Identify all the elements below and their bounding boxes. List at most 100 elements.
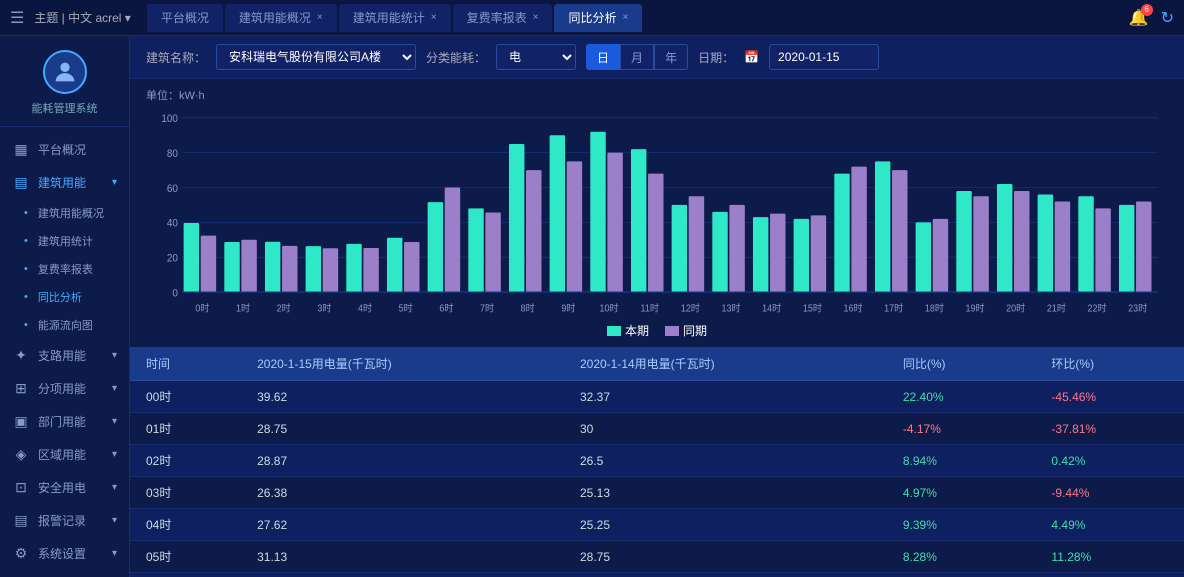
sidebar-item-5[interactable]: ◈ 区域用能▾ bbox=[0, 438, 129, 471]
sidebar-item-2[interactable]: ✦ 支路用能▾ bbox=[0, 339, 129, 372]
nav-label-6: 安全用电 bbox=[38, 479, 86, 496]
col-header: 2020-1-15用电量(千瓦时) bbox=[241, 347, 564, 381]
legend-prev-color bbox=[665, 326, 679, 336]
chart-area: 单位：kW·h 1008060402000时1时2时3时4时5时6时7时8时9时… bbox=[130, 79, 1184, 347]
nav-icon-8: ⚙ bbox=[12, 545, 30, 562]
svg-text:10时: 10时 bbox=[600, 302, 619, 313]
table-row: 04时27.6225.259.39%4.49% bbox=[130, 509, 1184, 541]
bell-icon[interactable]: 🔔6 bbox=[1129, 8, 1149, 28]
svg-text:16时: 16时 bbox=[844, 302, 863, 313]
system-title: 能耗管理系统 bbox=[32, 100, 98, 116]
sidebar-item-3[interactable]: ⊞ 分项用能▾ bbox=[0, 372, 129, 405]
nav-arrow-8: ▾ bbox=[112, 548, 117, 559]
sidebar-sub-1-2[interactable]: 复费率报表 bbox=[0, 255, 129, 283]
cell-6-1: 51.63 bbox=[241, 573, 564, 577]
table-row: 03时26.3825.134.97%-9.44% bbox=[130, 477, 1184, 509]
col-header: 时间 bbox=[130, 347, 241, 381]
sidebar-sub-1-0[interactable]: 建筑用能概况 bbox=[0, 199, 129, 227]
sidebar-item-8[interactable]: ⚙ 系统设置▾ bbox=[0, 537, 129, 570]
period-month-btn[interactable]: 月 bbox=[620, 44, 654, 70]
tab-1[interactable]: 建筑用能概况× bbox=[225, 4, 337, 32]
cell-0-4: -45.46% bbox=[1035, 381, 1184, 413]
svg-text:17时: 17时 bbox=[884, 302, 903, 313]
sidebar-sub-1-1[interactable]: 建筑用统计 bbox=[0, 227, 129, 255]
refresh-icon[interactable]: ↻ bbox=[1161, 8, 1174, 28]
tab-2[interactable]: 建筑用能统计× bbox=[339, 4, 451, 32]
cell-2-4: 0.42% bbox=[1035, 445, 1184, 477]
cell-5-0: 05时 bbox=[130, 541, 241, 573]
svg-text:8时: 8时 bbox=[521, 302, 535, 313]
date-label: 日期： bbox=[698, 49, 734, 66]
cell-4-4: 4.49% bbox=[1035, 509, 1184, 541]
svg-text:4时: 4时 bbox=[358, 302, 372, 313]
cell-2-0: 02时 bbox=[130, 445, 241, 477]
legend-current-label: 本期 bbox=[625, 322, 649, 339]
tab-0[interactable]: 平台概况 bbox=[147, 4, 223, 32]
date-input[interactable] bbox=[769, 44, 879, 70]
table-header: 时间2020-1-15用电量(千瓦时)2020-1-14用电量(千瓦时)同比(%… bbox=[130, 347, 1184, 381]
sidebar-item-4[interactable]: ▣ 部门用能▾ bbox=[0, 405, 129, 438]
period-day-btn[interactable]: 日 bbox=[586, 44, 620, 70]
svg-text:11时: 11时 bbox=[641, 302, 659, 313]
sidebar-item-1[interactable]: ▤ 建筑用能▾ bbox=[0, 166, 129, 199]
main-layout: 能耗管理系统 ▦ 平台概况▤ 建筑用能▾建筑用能概况建筑用统计复费率报表同比分析… bbox=[0, 36, 1184, 577]
col-header: 环比(%) bbox=[1035, 347, 1184, 381]
cell-0-3: 22.40% bbox=[887, 381, 1036, 413]
data-table: 时间2020-1-15用电量(千瓦时)2020-1-14用电量(千瓦时)同比(%… bbox=[130, 347, 1184, 577]
tab-close-4[interactable]: × bbox=[622, 12, 628, 23]
cell-5-3: 8.28% bbox=[887, 541, 1036, 573]
menu-icon[interactable]: ☰ bbox=[10, 8, 24, 28]
sidebar: 能耗管理系统 ▦ 平台概况▤ 建筑用能▾建筑用能概况建筑用统计复费率报表同比分析… bbox=[0, 36, 130, 577]
nav-arrow-7: ▾ bbox=[112, 515, 117, 526]
table-row: 05时31.1328.758.28%11.28% bbox=[130, 541, 1184, 573]
tab-close-1[interactable]: × bbox=[317, 12, 323, 23]
cell-5-2: 28.75 bbox=[564, 541, 887, 573]
cell-3-1: 26.38 bbox=[241, 477, 564, 509]
tab-4[interactable]: 同比分析× bbox=[554, 4, 642, 32]
nav-label-0: 平台概况 bbox=[38, 141, 86, 158]
svg-text:15时: 15时 bbox=[803, 302, 822, 313]
sidebar-sub-1-4[interactable]: 能源流向图 bbox=[0, 311, 129, 339]
tab-list: 平台概况建筑用能概况×建筑用能统计×复费率报表×同比分析× bbox=[147, 4, 1129, 32]
cell-6-3: -13.95% bbox=[887, 573, 1036, 577]
cell-0-0: 00时 bbox=[130, 381, 241, 413]
nav-label-2: 支路用能 bbox=[38, 347, 86, 364]
nav-label-5: 区域用能 bbox=[38, 446, 86, 463]
category-select[interactable]: 电 bbox=[496, 44, 576, 70]
cell-3-3: 4.97% bbox=[887, 477, 1036, 509]
period-year-btn[interactable]: 年 bbox=[654, 44, 688, 70]
nav-icon-2: ✦ bbox=[12, 347, 30, 364]
svg-text:7时: 7时 bbox=[480, 302, 494, 313]
col-header: 同比(%) bbox=[887, 347, 1036, 381]
sidebar-sub-1-3[interactable]: 同比分析 bbox=[0, 283, 129, 311]
theme-label[interactable]: 主题 | 中文 acrel ▾ bbox=[34, 9, 131, 26]
nav-icon-3: ⊞ bbox=[12, 380, 30, 397]
building-select[interactable]: 安科瑞电气股份有限公司A楼 bbox=[216, 44, 416, 70]
nav-arrow-3: ▾ bbox=[112, 383, 117, 394]
svg-text:5时: 5时 bbox=[399, 302, 413, 313]
cell-1-2: 30 bbox=[564, 413, 887, 445]
table-body: 00时39.6232.3722.40%-45.46%01时28.7530-4.1… bbox=[130, 381, 1184, 577]
cell-4-2: 25.25 bbox=[564, 509, 887, 541]
nav-arrow-4: ▾ bbox=[112, 416, 117, 427]
nav-icon-1: ▤ bbox=[12, 174, 30, 191]
cell-1-1: 28.75 bbox=[241, 413, 564, 445]
filter-bar: 建筑名称： 安科瑞电气股份有限公司A楼 分类能耗： 电 日 月 年 日期： 📅 bbox=[130, 36, 1184, 79]
svg-text:0: 0 bbox=[172, 288, 178, 299]
cell-6-2: 60 bbox=[564, 573, 887, 577]
svg-text:9时: 9时 bbox=[561, 302, 575, 313]
nav-label-1: 建筑用能 bbox=[38, 174, 86, 191]
nav-arrow-6: ▾ bbox=[112, 482, 117, 493]
svg-text:0时: 0时 bbox=[195, 302, 209, 313]
sidebar-item-7[interactable]: ▤ 报警记录▾ bbox=[0, 504, 129, 537]
tab-close-3[interactable]: × bbox=[533, 12, 539, 23]
legend-prev-label: 同期 bbox=[683, 322, 707, 339]
chart-container: 1008060402000时1时2时3时4时5时6时7时8时9时10时11时12… bbox=[146, 107, 1168, 318]
sidebar-item-0[interactable]: ▦ 平台概况 bbox=[0, 133, 129, 166]
svg-text:20: 20 bbox=[167, 253, 178, 264]
svg-text:80: 80 bbox=[167, 149, 178, 160]
tab-close-2[interactable]: × bbox=[431, 12, 437, 23]
sidebar-item-6[interactable]: ⊡ 安全用电▾ bbox=[0, 471, 129, 504]
tab-3[interactable]: 复费率报表× bbox=[453, 4, 553, 32]
svg-text:18时: 18时 bbox=[925, 302, 944, 313]
